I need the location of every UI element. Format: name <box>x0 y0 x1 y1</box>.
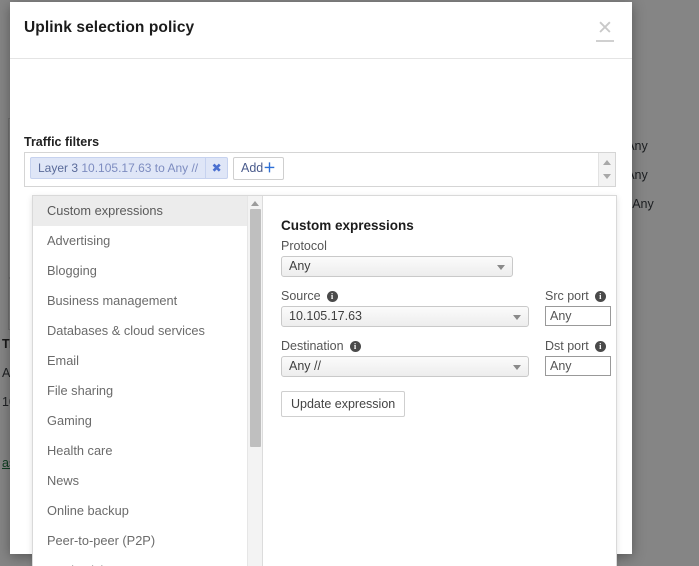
filter-tag[interactable]: Layer 3 10.105.17.63 to Any // ✖ <box>30 157 228 179</box>
category-item-gaming[interactable]: Gaming <box>33 406 262 436</box>
category-item-health-care[interactable]: Health care <box>33 436 262 466</box>
src-port-label: Src port i <box>545 289 611 303</box>
filter-tag-prefix: Layer 3 <box>38 161 81 175</box>
add-filter-label: Add <box>241 161 263 175</box>
dst-port-col: Dst port i <box>545 339 611 376</box>
category-item-business-management[interactable]: Business management <box>33 286 262 316</box>
dst-port-input[interactable] <box>545 356 611 376</box>
page-title: Uplink selection policy <box>24 19 194 37</box>
destination-label-text: Destination <box>281 339 344 353</box>
close-underline <box>596 40 614 42</box>
category-item-email[interactable]: Email <box>33 346 262 376</box>
plus-icon: ＋ <box>263 161 276 175</box>
protocol-label: Protocol <box>281 239 596 253</box>
uplink-selection-policy-modal: Uplink selection policy ✕ Traffic filter… <box>10 2 632 554</box>
category-item-peer-to-peer[interactable]: Peer-to-peer (P2P) <box>33 526 262 556</box>
chevron-down-icon <box>513 365 521 370</box>
chevron-down-icon[interactable] <box>603 174 611 179</box>
scroll-up-icon[interactable] <box>251 201 259 206</box>
category-item-blogging[interactable]: Blogging <box>33 256 262 286</box>
src-port-col: Src port i <box>545 289 611 326</box>
chevron-down-icon <box>497 265 505 270</box>
custom-expressions-detail: Custom expressions Protocol Any Source i <box>263 196 616 566</box>
traffic-filters-label: Traffic filters <box>24 135 99 149</box>
filter-tag-remove-icon[interactable]: ✖ <box>205 158 227 178</box>
destination-select[interactable]: Any // <box>281 356 529 377</box>
add-filter-button[interactable]: Add＋ <box>233 157 284 180</box>
destination-value: Any // <box>289 359 321 373</box>
chevron-down-icon <box>513 315 521 320</box>
close-icon[interactable]: ✕ <box>594 20 616 46</box>
category-list[interactable]: Custom expressions Advertising Blogging … <box>33 196 263 566</box>
dst-port-label: Dst port i <box>545 339 611 353</box>
info-icon[interactable]: i <box>350 341 361 352</box>
src-port-label-text: Src port <box>545 289 589 303</box>
filter-tag-label: Layer 3 10.105.17.63 to Any // <box>31 158 205 178</box>
category-item-online-backup[interactable]: Online backup <box>33 496 262 526</box>
src-port-input[interactable] <box>545 306 611 326</box>
category-list-scrollbar[interactable] <box>247 196 262 566</box>
traffic-filters-box[interactable]: Layer 3 10.105.17.63 to Any // ✖ Add＋ <box>24 152 616 187</box>
screen: to Any to Any to Any e Traffi All S 10.1… <box>0 0 699 566</box>
category-item-file-sharing[interactable]: File sharing <box>33 376 262 406</box>
category-item-advertising[interactable]: Advertising <box>33 226 262 256</box>
scrollbar-thumb[interactable] <box>250 209 261 447</box>
info-icon[interactable]: i <box>595 291 606 302</box>
source-row: Source i 10.105.17.63 Src port i <box>281 289 596 327</box>
category-item-productivity[interactable]: Productivity <box>33 556 262 566</box>
chevron-up-icon[interactable] <box>603 160 611 165</box>
modal-header: Uplink selection policy ✕ <box>10 2 632 59</box>
category-item-databases-cloud-services[interactable]: Databases & cloud services <box>33 316 262 346</box>
source-value: 10.105.17.63 <box>289 309 362 323</box>
info-icon[interactable]: i <box>327 291 338 302</box>
info-icon[interactable]: i <box>595 341 606 352</box>
category-item-news[interactable]: News <box>33 466 262 496</box>
category-item-custom-expressions[interactable]: Custom expressions <box>33 196 262 226</box>
detail-title: Custom expressions <box>281 218 596 233</box>
close-glyph: ✕ <box>597 18 613 39</box>
filter-tag-detail: 10.105.17.63 to Any // <box>81 161 198 175</box>
protocol-value: Any <box>289 259 311 273</box>
update-expression-button[interactable]: Update expression <box>281 391 405 417</box>
source-select[interactable]: 10.105.17.63 <box>281 306 529 327</box>
dst-port-label-text: Dst port <box>545 339 589 353</box>
protocol-select[interactable]: Any <box>281 256 513 277</box>
destination-row: Destination i Any // Dst port i <box>281 339 596 377</box>
filters-box-scrollbar[interactable] <box>598 153 615 186</box>
category-dropdown-panel: Custom expressions Advertising Blogging … <box>32 195 617 566</box>
protocol-label-text: Protocol <box>281 239 327 253</box>
source-label-text: Source <box>281 289 321 303</box>
